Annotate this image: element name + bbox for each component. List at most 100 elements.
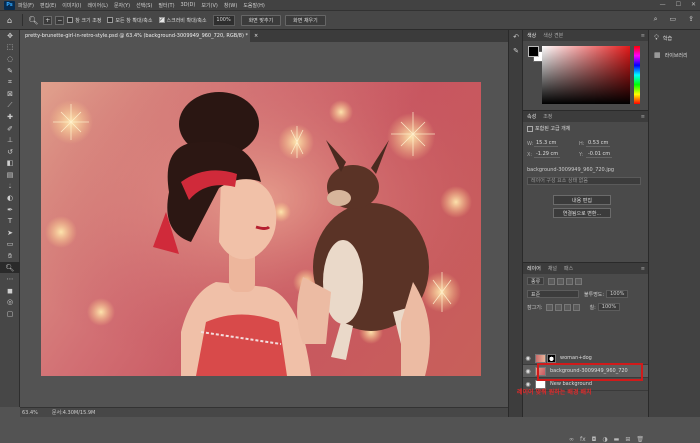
quick-mask-icon[interactable]: ◎ xyxy=(0,297,20,309)
visibility-eye-icon[interactable]: ◉ xyxy=(523,368,533,375)
more-tools-icon[interactable]: ⋯ xyxy=(0,273,20,285)
color-picker-field[interactable] xyxy=(542,46,630,104)
crop-tool-icon[interactable]: ⌗ xyxy=(0,76,20,88)
menu-item-file[interactable]: 파일(F) xyxy=(18,2,34,9)
zoom-tool-icon[interactable]: 🔍︎ xyxy=(0,261,20,274)
lock-all-icon[interactable] xyxy=(572,303,580,311)
fit-screen-button[interactable]: 화면 맞추기 xyxy=(240,14,282,26)
dodge-tool-icon[interactable]: ◐ xyxy=(0,192,20,204)
menu-item-filter[interactable]: 필터(T) xyxy=(158,2,174,9)
resize-windows-checkbox[interactable] xyxy=(67,17,74,23)
menu-item-image[interactable]: 이미지(I) xyxy=(62,2,81,9)
edit-contents-button[interactable]: 내용 편집 xyxy=(553,195,611,205)
new-layer-icon[interactable]: ⊞ xyxy=(625,436,630,443)
delete-layer-icon[interactable]: 🗑︎ xyxy=(636,436,644,443)
opacity-field[interactable]: 100% xyxy=(606,290,629,298)
height-field[interactable]: 0.53 cm xyxy=(586,140,611,147)
type-tool-icon[interactable]: T xyxy=(0,216,20,228)
lock-position-icon[interactable] xyxy=(563,303,571,311)
share-icon[interactable]: ⇪ xyxy=(688,15,694,24)
scrubby-zoom-checkbox[interactable]: ✓ xyxy=(158,17,165,23)
eyedropper-tool-icon[interactable]: ⟋ xyxy=(0,100,20,112)
eraser-tool-icon[interactable]: ◧ xyxy=(0,158,20,170)
zoom-all-checkbox[interactable] xyxy=(107,17,114,23)
image-canvas[interactable] xyxy=(41,82,481,376)
lock-paint-icon[interactable] xyxy=(554,303,562,311)
tab-channels[interactable]: 채널 xyxy=(548,265,557,272)
lasso-tool-icon[interactable]: ◌ xyxy=(0,53,20,65)
filter-adjust-icon[interactable] xyxy=(557,277,565,285)
menu-item-window[interactable]: 창(W) xyxy=(224,2,237,9)
search-icon[interactable]: ⌕ xyxy=(654,15,658,24)
frame-tool-icon[interactable]: ⊠ xyxy=(0,88,20,100)
width-field[interactable]: 15.3 cm xyxy=(534,140,559,147)
document-tab[interactable]: pretty-brunette-girl-in-retro-style.psd … xyxy=(20,30,258,42)
layer-kind-select[interactable]: 종류 xyxy=(527,277,545,285)
tab-layers[interactable]: 레이어 xyxy=(527,265,541,272)
shape-tool-icon[interactable]: ▭ xyxy=(0,239,20,251)
brush-panel-icon[interactable]: ✎ xyxy=(509,44,523,58)
tab-swatches[interactable]: 색상 견본 xyxy=(543,32,563,39)
visibility-eye-icon[interactable]: ◉ xyxy=(523,355,533,362)
layer-comp-select[interactable]: 레이어 구성 요소 상태 없음 xyxy=(527,177,641,185)
history-brush-tool-icon[interactable]: ↺ xyxy=(0,146,20,158)
stamp-tool-icon[interactable]: ⊥ xyxy=(0,134,20,146)
home-icon[interactable]: ⌂ xyxy=(7,16,12,25)
close-window-button[interactable]: ✕ xyxy=(691,1,696,8)
quick-select-tool-icon[interactable]: ✎ xyxy=(0,65,20,77)
zoom-out-icon[interactable]: − xyxy=(55,15,65,25)
hue-slider[interactable] xyxy=(634,46,640,104)
panel-menu-icon[interactable]: ≡ xyxy=(641,114,645,120)
layer-style-icon[interactable]: fx xyxy=(580,436,586,443)
workspace-icon[interactable]: ▭ xyxy=(670,15,677,24)
x-field[interactable]: -1.29 cm xyxy=(534,151,561,158)
screen-mode-icon[interactable]: ▢ xyxy=(0,308,20,320)
menu-item-layer[interactable]: 레이어(L) xyxy=(87,2,108,9)
minimize-button[interactable]: — xyxy=(660,1,666,8)
brush-tool-icon[interactable]: ✐ xyxy=(0,123,20,135)
filter-type-icon[interactable] xyxy=(566,277,574,285)
fill-field[interactable]: 100% xyxy=(597,303,621,311)
marquee-tool-icon[interactable]: ⬚ xyxy=(0,42,20,54)
zoom-in-icon[interactable]: + xyxy=(43,15,53,25)
y-field[interactable]: -0.01 cm xyxy=(586,151,613,158)
blur-tool-icon[interactable]: 💧︎ xyxy=(0,181,20,193)
hand-tool-icon[interactable]: ✋︎ xyxy=(0,250,20,262)
healing-tool-icon[interactable]: ✚ xyxy=(0,111,20,123)
menu-item-view[interactable]: 보기(V) xyxy=(201,2,218,9)
learn-panel-button[interactable]: 💡︎ 학습 xyxy=(649,30,700,47)
menu-item-edit[interactable]: 편집(E) xyxy=(40,2,56,9)
panel-menu-icon[interactable]: ≡ xyxy=(641,266,645,272)
link-layers-icon[interactable]: ∞ xyxy=(569,436,574,443)
adjustment-layer-icon[interactable]: ◑ xyxy=(602,436,607,443)
zoom-value-field[interactable]: 100% xyxy=(212,14,235,26)
gradient-tool-icon[interactable]: ▤ xyxy=(0,169,20,181)
menu-item-select[interactable]: 선택(S) xyxy=(136,2,152,9)
filter-pixel-icon[interactable] xyxy=(548,277,556,285)
pen-tool-icon[interactable]: ✒ xyxy=(0,204,20,216)
filter-shape-icon[interactable] xyxy=(575,277,583,285)
menu-item-type[interactable]: 문자(Y) xyxy=(114,2,130,9)
add-mask-icon[interactable]: ◘ xyxy=(592,436,597,443)
path-select-tool-icon[interactable]: ➤ xyxy=(0,227,20,239)
tab-paths[interactable]: 패스 xyxy=(564,265,573,272)
tab-adjustments[interactable]: 조정 xyxy=(543,113,552,120)
tab-properties[interactable]: 속성 xyxy=(527,113,536,120)
blend-mode-select[interactable]: 표준 xyxy=(527,290,579,298)
libraries-panel-button[interactable]: ▦ 라이브러리 xyxy=(649,47,700,63)
menu-item-3d[interactable]: 3D(D) xyxy=(181,2,196,8)
tab-color[interactable]: 색상 xyxy=(527,32,536,39)
fill-screen-button[interactable]: 화면 채우기 xyxy=(285,14,326,26)
zoom-tool-icon[interactable]: 🔍︎ xyxy=(28,16,38,25)
close-tab-icon[interactable]: × xyxy=(254,33,258,39)
status-zoom[interactable]: 63.4% xyxy=(22,410,38,416)
foreground-color-swatch[interactable] xyxy=(528,46,539,57)
maximize-button[interactable]: ☐ xyxy=(676,1,681,8)
new-group-icon[interactable]: ▬ xyxy=(614,436,620,443)
color-swatches-icon[interactable]: ◼ xyxy=(0,285,20,297)
convert-to-linked-button[interactable]: 연결됨으로 변환... xyxy=(553,208,611,218)
lock-pixels-icon[interactable] xyxy=(545,303,553,311)
history-panel-icon[interactable]: ↶ xyxy=(509,30,523,44)
menu-item-help[interactable]: 도움말(H) xyxy=(243,2,264,9)
status-doc-size[interactable]: 문서:4.30M/15.9M xyxy=(52,409,95,416)
